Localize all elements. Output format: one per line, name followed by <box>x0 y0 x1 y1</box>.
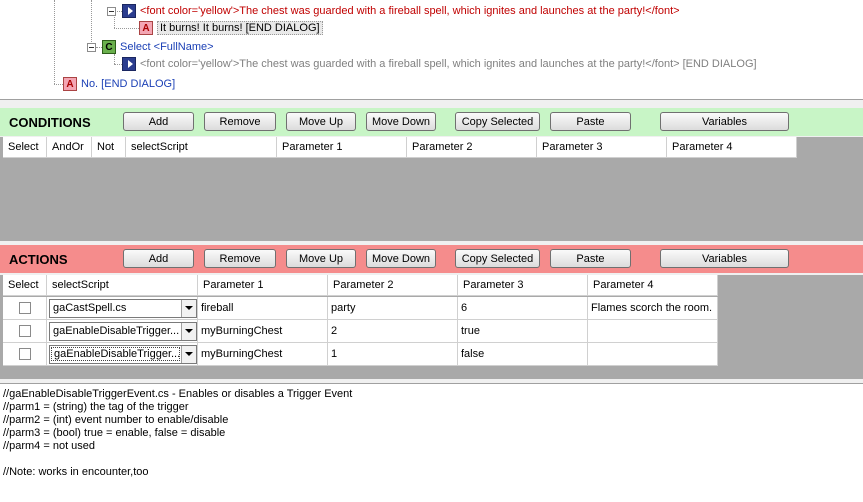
tree-connector <box>114 28 139 29</box>
tree-connector <box>114 14 115 28</box>
parameter-cell[interactable]: myBurningChest <box>198 320 328 343</box>
column-header[interactable]: Parameter 4 <box>667 137 797 158</box>
action-icon: A <box>63 77 77 91</box>
dropdown-value: gaCastSpell.cs <box>53 302 127 314</box>
chevron-down-icon[interactable] <box>181 345 196 363</box>
conditions-header: CONDITIONS Add Remove Move Up Move Down … <box>0 108 863 136</box>
note-line: //parm4 = not used <box>3 440 96 452</box>
tree-connector <box>114 54 115 64</box>
actions-copy-selected-button[interactable]: Copy Selected <box>455 249 540 268</box>
column-header[interactable]: Parameter 1 <box>277 137 407 158</box>
select-script-dropdown[interactable]: gaEnableDisableTrigger... <box>49 344 197 364</box>
column-header[interactable]: Select <box>3 275 47 296</box>
actions-add-button[interactable]: Add <box>123 249 194 268</box>
parameter-cell[interactable]: Flames scorch the room. <box>588 297 718 320</box>
column-header[interactable]: AndOr <box>47 137 92 158</box>
dropdown-value: gaEnableDisableTrigger... <box>53 325 180 337</box>
tree-node-text: <font color='yellow'>The chest was guard… <box>140 58 757 70</box>
chevron-down-icon[interactable] <box>181 322 196 340</box>
column-header[interactable]: Parameter 3 <box>537 137 667 158</box>
column-header[interactable]: Parameter 2 <box>407 137 537 158</box>
actions-grid-header: Select selectScript Parameter 1 Paramete… <box>3 275 718 296</box>
play-icon <box>122 4 136 18</box>
parameter-cell[interactable]: 6 <box>458 297 588 320</box>
column-header[interactable]: Parameter 3 <box>458 275 588 296</box>
conditions-move-up-button[interactable]: Move Up <box>286 112 356 131</box>
column-header[interactable]: Parameter 2 <box>328 275 458 296</box>
note-line: //gaEnableDisableTriggerEvent.cs - Enabl… <box>3 388 353 400</box>
conditions-grid[interactable]: Select AndOr Not selectScript Parameter … <box>0 137 863 241</box>
tree-node-text: No. [END DIALOG] <box>81 78 176 90</box>
table-row[interactable]: gaEnableDisableTrigger... myBurningChest… <box>3 343 718 366</box>
note-line: //parm3 = (bool) true = enable, false = … <box>3 427 226 439</box>
column-header[interactable]: Parameter 1 <box>198 275 328 296</box>
tree-node-action[interactable]: A It burns! It burns! [END DIALOG] <box>139 20 323 36</box>
table-row[interactable]: gaEnableDisableTrigger... myBurningChest… <box>3 320 718 343</box>
tree-node-action[interactable]: A No. [END DIALOG] <box>63 76 175 92</box>
parameter-cell[interactable]: true <box>458 320 588 343</box>
parameter-cell[interactable]: 2 <box>328 320 458 343</box>
action-icon: A <box>139 21 153 35</box>
parameter-cell[interactable] <box>588 320 718 343</box>
parameter-cell[interactable] <box>588 343 718 366</box>
collapse-toggle-icon[interactable] <box>87 43 96 52</box>
chevron-down-icon[interactable] <box>181 299 196 317</box>
tree-connector <box>114 64 122 65</box>
conditions-paste-button[interactable]: Paste <box>550 112 631 131</box>
column-header[interactable]: Not <box>92 137 126 158</box>
tree-connector <box>54 84 63 85</box>
table-row[interactable]: gaCastSpell.cs fireball party 6 Flames s… <box>3 297 718 320</box>
conditions-variables-button[interactable]: Variables <box>660 112 789 131</box>
note-line <box>3 453 860 466</box>
conditions-move-down-button[interactable]: Move Down <box>366 112 436 131</box>
note-line: //parm1 = (string) the tag of the trigge… <box>3 401 189 413</box>
column-header[interactable]: selectScript <box>47 275 198 296</box>
conditions-title: CONDITIONS <box>9 114 91 130</box>
actions-title: ACTIONS <box>9 251 68 267</box>
parameter-cell[interactable]: party <box>328 297 458 320</box>
tree-node-prefix: Select <box>120 41 151 53</box>
actions-move-up-button[interactable]: Move Up <box>286 249 356 268</box>
tree-node-text: <FullName> <box>153 41 214 53</box>
play-icon <box>122 57 136 71</box>
dialog-tree[interactable]: <font color='yellow'>The chest was guard… <box>0 0 863 100</box>
script-description-textbox[interactable]: //gaEnableDisableTriggerEvent.cs - Enabl… <box>0 383 863 502</box>
actions-variables-button[interactable]: Variables <box>660 249 789 268</box>
conditions-remove-button[interactable]: Remove <box>204 112 276 131</box>
select-script-dropdown[interactable]: gaCastSpell.cs <box>49 298 197 318</box>
collapse-toggle-icon[interactable] <box>107 7 116 16</box>
tree-node-condition[interactable]: C Select <FullName> <box>102 39 214 55</box>
row-select-checkbox[interactable] <box>19 302 31 314</box>
conditions-grid-header: Select AndOr Not selectScript Parameter … <box>3 137 797 158</box>
column-header[interactable]: Parameter 4 <box>588 275 718 296</box>
parameter-cell[interactable]: 1 <box>328 343 458 366</box>
note-line: //parm2 = (int) event number to enable/d… <box>3 414 229 426</box>
actions-move-down-button[interactable]: Move Down <box>366 249 436 268</box>
actions-grid[interactable]: Select selectScript Parameter 1 Paramete… <box>0 275 863 379</box>
column-header[interactable]: selectScript <box>126 137 277 158</box>
note-line: //Note: works in encounter,too <box>3 466 149 478</box>
actions-header: ACTIONS Add Remove Move Up Move Down Cop… <box>0 245 863 273</box>
condition-icon: C <box>102 40 116 54</box>
tree-connector <box>54 0 55 84</box>
row-select-checkbox[interactable] <box>19 325 31 337</box>
actions-remove-button[interactable]: Remove <box>204 249 276 268</box>
conditions-copy-selected-button[interactable]: Copy Selected <box>455 112 540 131</box>
tree-node-nav[interactable]: <font color='yellow'>The chest was guard… <box>122 56 757 72</box>
tree-node-text: <font color='yellow'>The chest was guard… <box>140 5 680 17</box>
parameter-cell[interactable]: false <box>458 343 588 366</box>
actions-paste-button[interactable]: Paste <box>550 249 631 268</box>
row-select-checkbox[interactable] <box>19 348 31 360</box>
select-script-dropdown[interactable]: gaEnableDisableTrigger... <box>49 321 197 341</box>
tree-node-nav[interactable]: <font color='yellow'>The chest was guard… <box>122 3 680 19</box>
parameter-cell[interactable]: myBurningChest <box>198 343 328 366</box>
parameter-cell[interactable]: fireball <box>198 297 328 320</box>
tree-node-text: It burns! It burns! [END DIALOG] <box>157 21 323 35</box>
dropdown-value: gaEnableDisableTrigger... <box>51 347 180 361</box>
conditions-add-button[interactable]: Add <box>123 112 194 131</box>
column-header[interactable]: Select <box>3 137 47 158</box>
